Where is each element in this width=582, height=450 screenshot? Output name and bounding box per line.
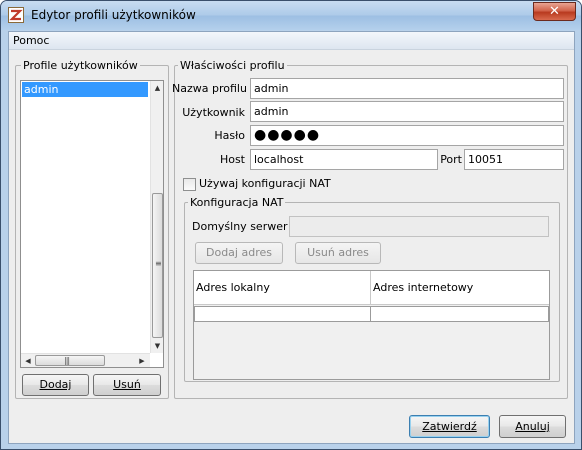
menu-help[interactable]: Pomoc: [13, 34, 49, 47]
column-header-internet-address[interactable]: Adres internetowy: [371, 271, 549, 305]
password-label: Hasło: [214, 129, 245, 142]
properties-legend: Właściwości profilu: [178, 59, 287, 72]
dialog-body: Pomoc Profile użytkowników admin ▲ ≡ ▼ ◀…: [8, 31, 575, 444]
profiles-list[interactable]: admin ▲ ≡ ▼ ◀ ||| ▶: [20, 80, 164, 368]
add-address-button[interactable]: Dodaj adres: [195, 242, 283, 264]
port-label: Port: [440, 153, 462, 166]
default-server-input[interactable]: [289, 216, 549, 237]
title-bar[interactable]: Edytor profili użytkowników ✕: [1, 1, 581, 30]
scroll-down-icon[interactable]: ▼: [152, 341, 163, 351]
cancel-button[interactable]: Anuluj: [499, 415, 566, 438]
scroll-right-icon[interactable]: ▶: [137, 356, 147, 366]
user-label: Użytkownik: [182, 106, 245, 119]
nat-address-table[interactable]: Adres lokalny Adres internetowy: [193, 270, 550, 380]
port-input[interactable]: 10051: [464, 149, 564, 170]
host-label: Host: [219, 153, 245, 166]
table-cell[interactable]: [370, 306, 549, 322]
table-cell[interactable]: [194, 306, 371, 322]
user-input[interactable]: admin: [250, 101, 564, 122]
profile-name-label: Nazwa profilu: [172, 82, 247, 95]
vertical-scroll-thumb[interactable]: ≡: [152, 193, 163, 338]
use-nat-label[interactable]: Używaj konfiguracji NAT: [199, 177, 331, 191]
vertical-scrollbar[interactable]: ▲ ≡ ▼: [150, 81, 163, 353]
app-icon: [8, 7, 24, 23]
default-server-label: Domyślny serwer: [192, 220, 288, 233]
profile-name-input[interactable]: admin: [250, 78, 564, 99]
remove-address-button[interactable]: Usuń adres: [295, 242, 381, 264]
scroll-up-icon[interactable]: ▲: [152, 83, 163, 93]
menu-bar: Pomoc: [9, 32, 574, 50]
window-title: Edytor profili użytkowników: [31, 8, 196, 22]
profiles-legend: Profile użytkowników: [21, 59, 140, 72]
grip-icon: ≡: [155, 259, 162, 268]
grip-icon: |||: [64, 356, 70, 365]
add-profile-button[interactable]: Dodaj: [22, 374, 89, 396]
use-nat-checkbox[interactable]: [183, 178, 196, 191]
password-input[interactable]: ●●●●●: [250, 125, 564, 146]
remove-profile-button[interactable]: Usuń: [93, 374, 161, 396]
nat-legend: Konfiguracja NAT: [188, 196, 286, 209]
scroll-left-icon[interactable]: ◀: [23, 356, 33, 366]
horizontal-scrollbar[interactable]: ◀ ||| ▶: [21, 353, 150, 367]
close-icon: ✕: [549, 4, 560, 19]
close-button[interactable]: ✕: [533, 2, 576, 21]
column-header-local-address[interactable]: Adres lokalny: [194, 271, 371, 305]
confirm-button[interactable]: Zatwierdź: [409, 415, 490, 438]
horizontal-scroll-thumb[interactable]: |||: [35, 355, 105, 366]
host-input[interactable]: localhost: [250, 149, 438, 170]
app-window: Edytor profili użytkowników ✕ Pomoc Prof…: [0, 0, 582, 450]
list-item[interactable]: admin: [22, 82, 148, 97]
